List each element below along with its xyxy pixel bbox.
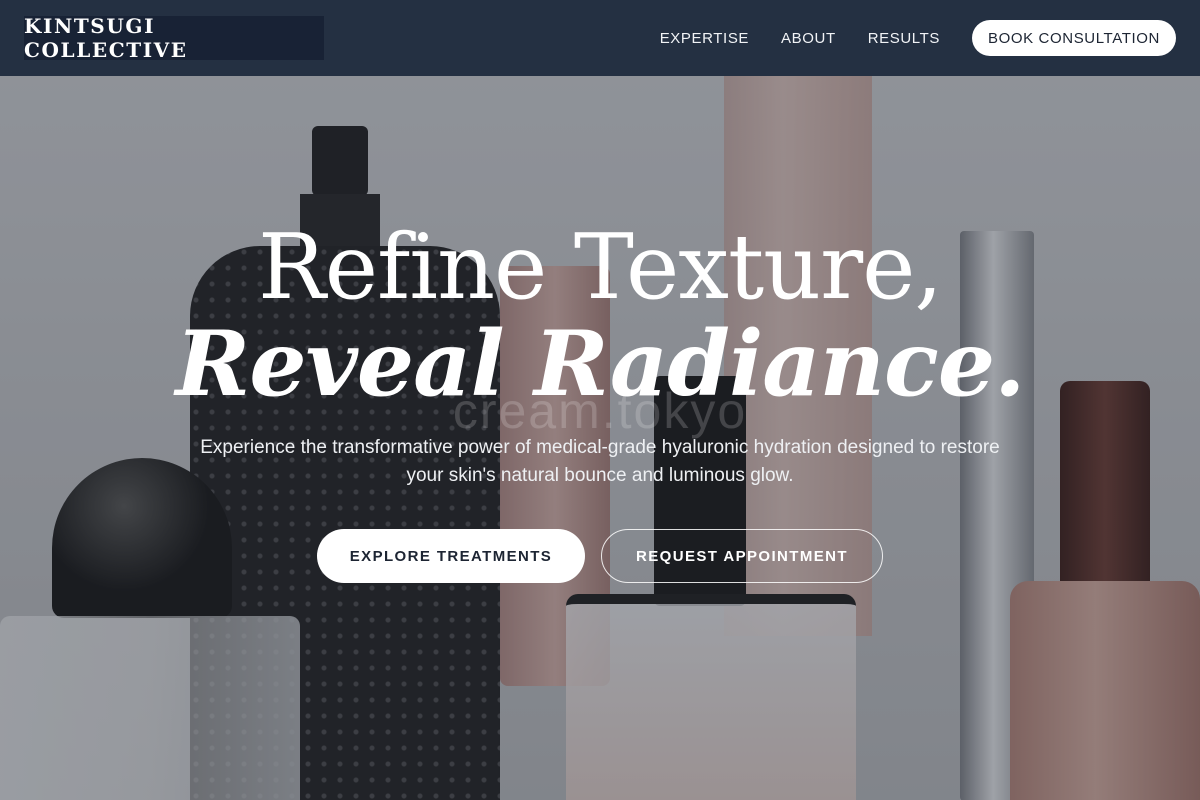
hero-cta-row: EXPLORE TREATMENTS REQUEST APPOINTMENT: [0, 529, 1200, 583]
request-appointment-button[interactable]: REQUEST APPOINTMENT: [601, 529, 883, 583]
hero-section: Refine Texture, Reveal Radiance. cream.t…: [0, 76, 1200, 800]
image-watermark: cream.tokyo: [452, 383, 748, 439]
site-header: KINTSUGI COLLECTIVE EXPERTISE ABOUT RESU…: [0, 0, 1200, 76]
hero-headline-line-1: Refine Texture,: [257, 215, 943, 320]
hero-subtext: Experience the transformative power of m…: [200, 437, 1000, 486]
brand-logo[interactable]: KINTSUGI COLLECTIVE: [24, 14, 324, 62]
main-nav: EXPERTISE ABOUT RESULTS BOOK CONSULTATIO…: [660, 20, 1176, 56]
hero-content: Refine Texture, Reveal Radiance. cream.t…: [0, 76, 1200, 800]
book-consultation-button[interactable]: BOOK CONSULTATION: [972, 20, 1176, 56]
explore-treatments-button[interactable]: EXPLORE TREATMENTS: [317, 529, 585, 583]
nav-link-about[interactable]: ABOUT: [781, 30, 836, 47]
nav-link-results[interactable]: RESULTS: [868, 30, 940, 47]
nav-link-expertise[interactable]: EXPERTISE: [660, 30, 749, 47]
